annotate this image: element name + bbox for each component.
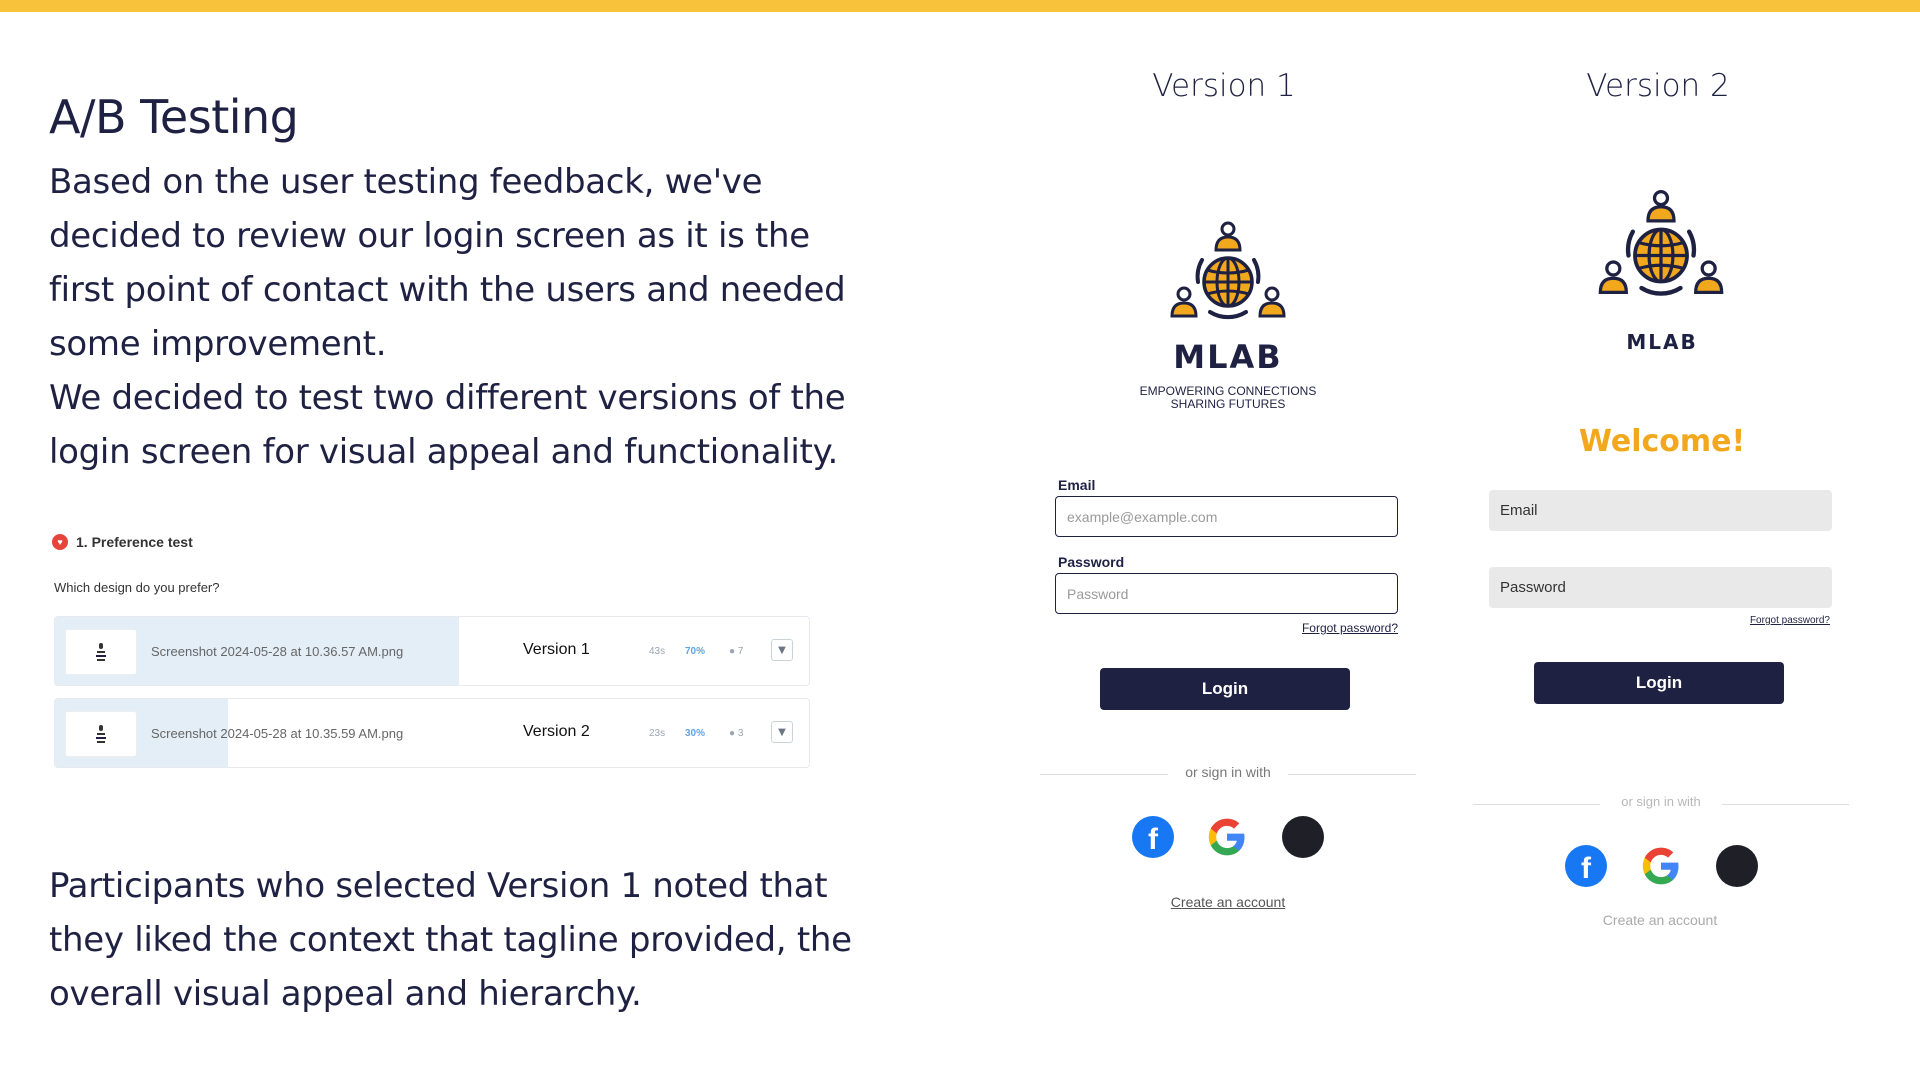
slide-title: A/B Testing <box>49 90 299 144</box>
google-icon[interactable] <box>1640 845 1682 887</box>
version2-email-input[interactable]: Email <box>1489 490 1832 531</box>
result-time: 43s <box>649 646 666 657</box>
method-paragraph: We decided to test two different version… <box>49 378 846 472</box>
version1-brand-name: MLAB <box>1173 338 1283 376</box>
mlab-logo-icon <box>1168 220 1288 332</box>
version2-welcome-heading: Welcome! <box>1578 424 1746 459</box>
preference-test-heading: 1. Preference test <box>76 534 193 550</box>
result-percent: 30% <box>685 728 706 739</box>
result-version-label: Version 2 <box>523 723 590 740</box>
preference-test-results: ♥ 1. Preference test Which design do you… <box>52 530 812 780</box>
result-file-name: Screenshot 2024-05-28 at 10.36.57 AM.png <box>151 644 404 659</box>
version1-email-label: Email <box>1058 477 1096 493</box>
version2-password-input[interactable]: Password <box>1489 567 1832 608</box>
preference-test-header: ♥ 1. Preference test <box>52 534 193 550</box>
user-icon: ● <box>729 728 736 739</box>
version1-password-input[interactable]: Password <box>1055 573 1398 614</box>
version1-create-account-link[interactable]: Create an account <box>1128 894 1328 910</box>
screenshot-thumbnail <box>65 629 137 675</box>
top-accent-bar <box>0 0 1920 12</box>
google-icon[interactable] <box>1206 816 1248 858</box>
version1-email-input[interactable]: example@example.com <box>1055 496 1398 537</box>
heart-icon: ♥ <box>52 534 68 550</box>
intro-paragraph: Based on the user testing feedback, we'v… <box>49 162 846 364</box>
facebook-icon[interactable]: f <box>1565 845 1607 887</box>
apple-icon[interactable] <box>1716 845 1758 887</box>
version2-or-sign-in-text: or sign in with <box>1600 794 1722 809</box>
chevron-down-icon[interactable]: ▼ <box>771 721 793 743</box>
apple-icon[interactable] <box>1282 816 1324 858</box>
version1-or-sign-in-text: or sign in with <box>1168 764 1288 780</box>
result-percent: 70% <box>685 646 706 657</box>
findings-paragraph: Participants who selected Version 1 note… <box>49 866 852 1014</box>
version2-heading: Version 2 <box>1586 68 1730 104</box>
version1-login-button[interactable]: Login <box>1100 668 1350 710</box>
result-version-label: Version 1 <box>523 641 590 658</box>
version1-forgot-password-link[interactable]: Forgot password? <box>1290 621 1398 635</box>
version2-forgot-password-link[interactable]: Forgot password? <box>1730 615 1830 626</box>
result-votes: ● 7 <box>729 646 744 657</box>
result-row[interactable]: Screenshot 2024-05-28 at 10.35.59 AM.png… <box>54 698 810 768</box>
chevron-down-icon[interactable]: ▼ <box>771 639 793 661</box>
version1-heading: Version 1 <box>1152 68 1296 104</box>
user-icon: ● <box>729 646 736 657</box>
version1-tagline: EMPOWERING CONNECTIONS SHARING FUTURES <box>1139 384 1317 411</box>
version2-brand-name: MLAB <box>1626 330 1698 354</box>
result-time: 23s <box>649 728 666 739</box>
result-row[interactable]: Screenshot 2024-05-28 at 10.36.57 AM.png… <box>54 616 810 686</box>
facebook-icon[interactable]: f <box>1132 816 1174 858</box>
screenshot-thumbnail <box>65 711 137 757</box>
result-file-name: Screenshot 2024-05-28 at 10.35.59 AM.png <box>151 726 404 741</box>
version2-login-button[interactable]: Login <box>1534 662 1784 704</box>
preference-question: Which design do you prefer? <box>54 580 220 595</box>
result-votes: ● 3 <box>729 728 744 739</box>
version2-create-account-link[interactable]: Create an account <box>1560 912 1760 928</box>
version1-password-label: Password <box>1058 554 1125 570</box>
mlab-logo-icon <box>1596 188 1726 310</box>
